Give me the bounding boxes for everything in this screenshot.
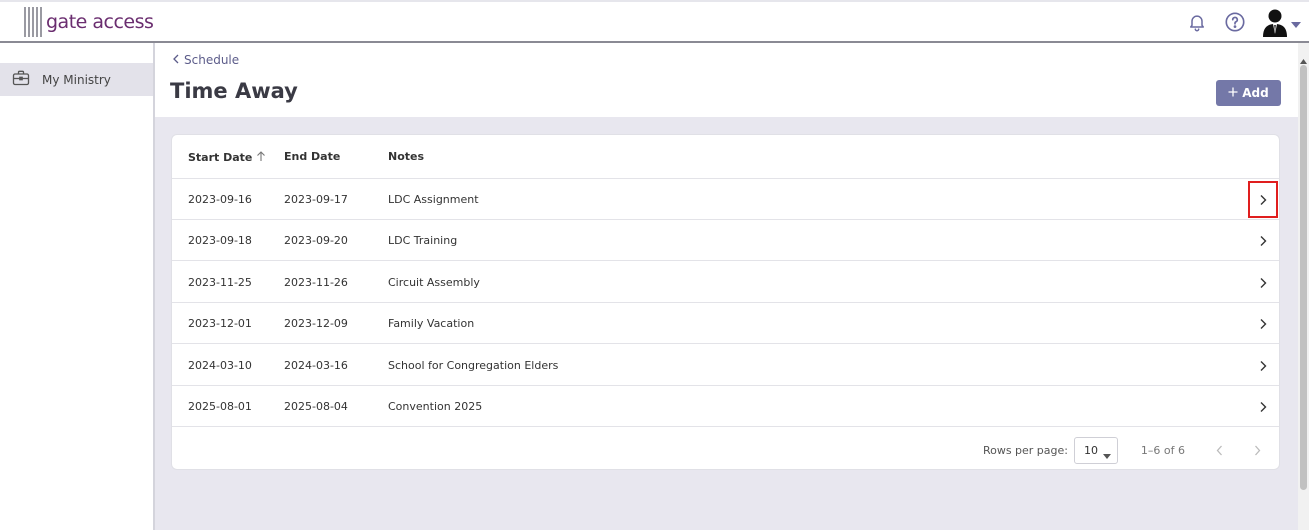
breadcrumb-back[interactable]: Schedule bbox=[172, 53, 239, 67]
sort-ascending-icon[interactable] bbox=[256, 150, 266, 165]
plus-icon bbox=[1228, 86, 1238, 100]
end-date-cell: 2023-09-20 bbox=[284, 234, 348, 247]
help-icon[interactable] bbox=[1223, 10, 1247, 34]
column-header-start-date[interactable]: Start Date bbox=[188, 150, 266, 165]
notes-cell: Convention 2025 bbox=[388, 400, 483, 413]
rows-per-page-label: Rows per page: bbox=[982, 444, 1068, 457]
page-title: Time Away bbox=[170, 79, 298, 103]
end-date-cell: 2023-12-09 bbox=[284, 317, 348, 330]
pagination-range: 1–6 of 6 bbox=[1140, 444, 1185, 457]
table-row[interactable]: 2023-12-01 2023-12-09 Family Vacation bbox=[172, 303, 1279, 344]
sidebar-item-my-ministry[interactable]: My Ministry bbox=[0, 63, 153, 96]
start-date-cell: 2023-11-25 bbox=[188, 276, 252, 289]
add-button[interactable]: Add bbox=[1216, 80, 1281, 106]
table-pagination: Rows per page: 10 1–6 of 6 bbox=[172, 429, 1279, 471]
row-open-chevron-icon[interactable] bbox=[1248, 305, 1278, 342]
end-date-cell: 2023-11-26 bbox=[284, 276, 348, 289]
start-date-cell: 2024-03-10 bbox=[188, 359, 252, 372]
column-header-label: Start Date bbox=[188, 151, 253, 164]
breadcrumb-label: Schedule bbox=[184, 53, 240, 67]
table-header: Start Date End Date Notes bbox=[172, 135, 1279, 179]
table-row[interactable]: 2023-09-18 2023-09-20 LDC Training bbox=[172, 220, 1279, 261]
table-row[interactable]: 2024-03-10 2024-03-16 School for Congreg… bbox=[172, 345, 1279, 386]
start-date-cell: 2023-09-18 bbox=[188, 234, 252, 247]
sidebar-item-label: My Ministry bbox=[42, 72, 111, 87]
add-button-label: Add bbox=[1242, 86, 1269, 100]
vertical-scrollbar[interactable] bbox=[1298, 43, 1309, 530]
notes-cell: Family Vacation bbox=[388, 317, 475, 330]
next-page-button[interactable] bbox=[1247, 440, 1267, 460]
caret-down-icon[interactable] bbox=[1291, 13, 1301, 32]
row-open-chevron-icon[interactable] bbox=[1248, 181, 1278, 218]
logo-text: gate access bbox=[46, 11, 154, 33]
start-date-cell: 2023-12-01 bbox=[188, 317, 252, 330]
notes-cell: School for Congregation Elders bbox=[388, 359, 559, 372]
start-date-cell: 2023-09-16 bbox=[188, 193, 252, 206]
row-open-chevron-icon[interactable] bbox=[1248, 222, 1278, 259]
briefcase-icon bbox=[12, 70, 30, 90]
row-open-chevron-icon[interactable] bbox=[1248, 347, 1278, 384]
app-logo[interactable]: gate access bbox=[24, 6, 154, 38]
rows-per-page-select[interactable]: 10 bbox=[1074, 437, 1118, 464]
main-content: Schedule Time Away Add Start Date End Da… bbox=[155, 43, 1298, 530]
table-row[interactable]: 2023-09-16 2023-09-17 LDC Assignment bbox=[172, 179, 1279, 220]
logo-bars-icon bbox=[24, 7, 42, 37]
column-header-notes[interactable]: Notes bbox=[388, 150, 424, 163]
table-row[interactable]: 2025-08-01 2025-08-04 Convention 2025 bbox=[172, 386, 1279, 427]
column-header-label: End Date bbox=[284, 150, 341, 163]
top-bar: gate access bbox=[0, 0, 1309, 43]
notes-cell: LDC Assignment bbox=[388, 193, 479, 206]
sidebar: My Ministry bbox=[0, 43, 155, 530]
page-header: Schedule Time Away Add bbox=[155, 43, 1298, 117]
chevron-left-icon bbox=[172, 53, 180, 67]
notes-cell: Circuit Assembly bbox=[388, 276, 480, 289]
column-header-end-date[interactable]: End Date bbox=[284, 150, 340, 163]
table-row[interactable]: 2023-11-25 2023-11-26 Circuit Assembly bbox=[172, 262, 1279, 303]
header-actions bbox=[1185, 7, 1301, 37]
row-open-chevron-icon[interactable] bbox=[1248, 388, 1278, 425]
scrollbar-thumb[interactable] bbox=[1300, 65, 1307, 490]
user-menu[interactable] bbox=[1261, 7, 1301, 37]
user-avatar-icon[interactable] bbox=[1261, 7, 1289, 37]
column-header-label: Notes bbox=[388, 150, 425, 163]
start-date-cell: 2025-08-01 bbox=[188, 400, 252, 413]
notes-cell: LDC Training bbox=[388, 234, 458, 247]
end-date-cell: 2023-09-17 bbox=[284, 193, 348, 206]
previous-page-button[interactable] bbox=[1209, 440, 1229, 460]
caret-down-icon bbox=[1103, 449, 1111, 462]
end-date-cell: 2025-08-04 bbox=[284, 400, 348, 413]
end-date-cell: 2024-03-16 bbox=[284, 359, 348, 372]
row-open-chevron-icon[interactable] bbox=[1248, 264, 1278, 301]
bell-icon[interactable] bbox=[1185, 10, 1209, 34]
rows-per-page-value: 10 bbox=[1084, 444, 1098, 457]
time-away-table-card: Start Date End Date Notes 2023-09-16 202… bbox=[171, 134, 1280, 470]
